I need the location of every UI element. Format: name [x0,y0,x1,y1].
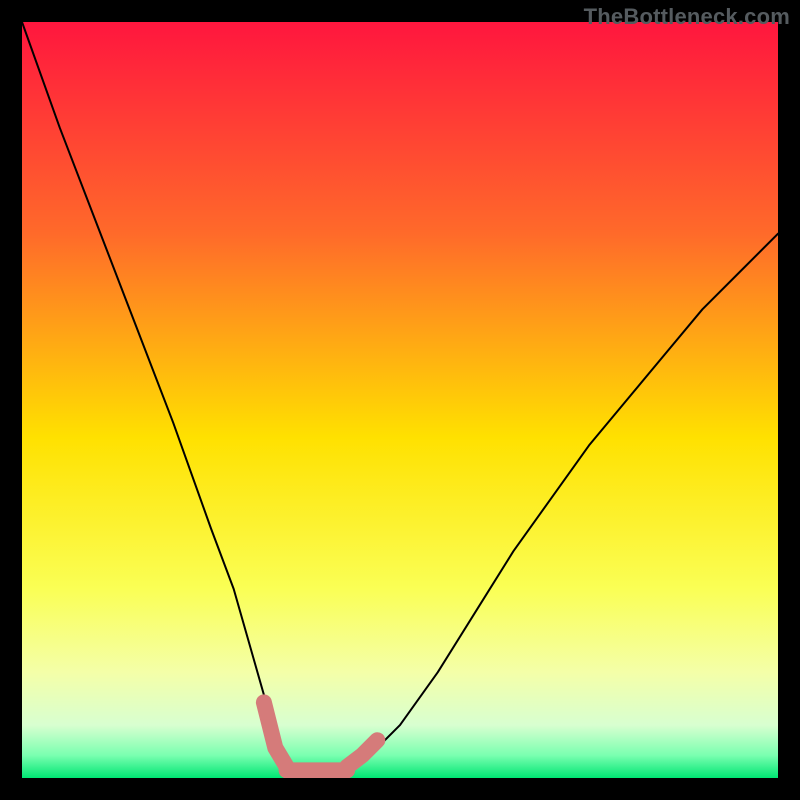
bottleneck-chart [22,22,778,778]
watermark-label: TheBottleneck.com [584,4,790,30]
chart-frame: TheBottleneck.com [0,0,800,800]
plot-area [22,22,778,778]
gradient-background [22,22,778,778]
